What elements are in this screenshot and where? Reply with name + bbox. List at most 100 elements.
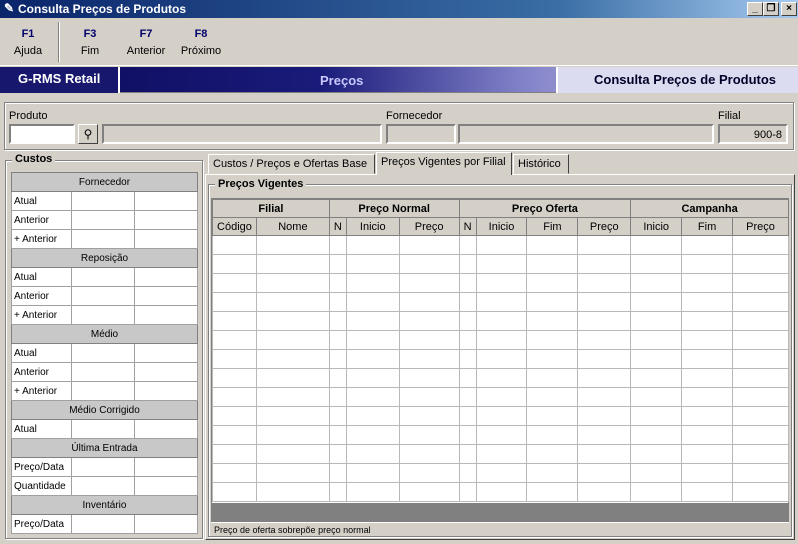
table-cell[interactable] <box>345 425 400 445</box>
tab-historico[interactable]: Histórico <box>513 154 569 174</box>
table-cell[interactable] <box>526 482 579 502</box>
table-row[interactable] <box>212 463 789 483</box>
table-cell[interactable] <box>681 406 734 426</box>
table-cell[interactable] <box>577 349 632 369</box>
table-cell[interactable] <box>475 406 528 426</box>
table-cell[interactable] <box>681 444 734 464</box>
table-cell[interactable] <box>681 463 734 483</box>
table-cell[interactable] <box>212 330 257 350</box>
table-cell[interactable] <box>475 349 528 369</box>
table-cell[interactable] <box>212 463 257 483</box>
table-cell[interactable] <box>630 425 683 445</box>
table-row[interactable] <box>212 273 789 293</box>
table-cell[interactable] <box>212 273 257 293</box>
f3-end-button[interactable]: F3 Fim <box>68 28 112 57</box>
table-cell[interactable] <box>345 368 400 388</box>
table-cell[interactable] <box>328 254 347 274</box>
table-cell[interactable] <box>732 425 789 445</box>
table-cell[interactable] <box>681 330 734 350</box>
column-header[interactable]: Nome <box>255 217 330 236</box>
table-cell[interactable] <box>398 292 460 312</box>
table-cell[interactable] <box>328 463 347 483</box>
table-cell[interactable] <box>345 254 400 274</box>
table-cell[interactable] <box>526 349 579 369</box>
table-cell[interactable] <box>526 311 579 331</box>
table-cell[interactable] <box>255 444 330 464</box>
table-cell[interactable] <box>732 292 789 312</box>
table-cell[interactable] <box>328 368 347 388</box>
table-cell[interactable] <box>328 273 347 293</box>
table-cell[interactable] <box>458 235 477 255</box>
table-cell[interactable] <box>577 330 632 350</box>
table-cell[interactable] <box>345 292 400 312</box>
table-row[interactable] <box>212 406 789 426</box>
table-row[interactable] <box>212 292 789 312</box>
table-cell[interactable] <box>328 444 347 464</box>
column-header[interactable]: Preço <box>398 217 460 236</box>
table-cell[interactable] <box>255 349 330 369</box>
close-button[interactable]: × <box>781 2 797 16</box>
table-cell[interactable] <box>328 482 347 502</box>
table-cell[interactable] <box>475 330 528 350</box>
table-cell[interactable] <box>345 273 400 293</box>
table-cell[interactable] <box>577 292 632 312</box>
f8-next-button[interactable]: F8 Próximo <box>179 28 223 57</box>
table-cell[interactable] <box>398 482 460 502</box>
column-header[interactable]: Preço <box>577 217 632 236</box>
table-cell[interactable] <box>255 406 330 426</box>
table-cell[interactable] <box>458 482 477 502</box>
table-cell[interactable] <box>475 482 528 502</box>
table-cell[interactable] <box>577 311 632 331</box>
table-cell[interactable] <box>475 311 528 331</box>
table-cell[interactable] <box>255 368 330 388</box>
table-cell[interactable] <box>398 254 460 274</box>
table-cell[interactable] <box>526 330 579 350</box>
column-header[interactable]: Fim <box>681 217 734 236</box>
table-cell[interactable] <box>732 368 789 388</box>
table-cell[interactable] <box>577 444 632 464</box>
table-cell[interactable] <box>732 311 789 331</box>
table-cell[interactable] <box>398 406 460 426</box>
table-row[interactable] <box>212 482 789 502</box>
table-cell[interactable] <box>526 444 579 464</box>
tab-custos-precos-ofertas[interactable]: Custos / Preços e Ofertas Base <box>208 154 375 174</box>
table-cell[interactable] <box>328 292 347 312</box>
table-cell[interactable] <box>577 425 632 445</box>
table-cell[interactable] <box>577 368 632 388</box>
table-cell[interactable] <box>630 387 683 407</box>
precos-grid[interactable]: Filial Preço Normal Preço Oferta Campanh… <box>211 198 789 522</box>
table-cell[interactable] <box>526 425 579 445</box>
table-cell[interactable] <box>328 330 347 350</box>
table-cell[interactable] <box>255 425 330 445</box>
table-cell[interactable] <box>212 349 257 369</box>
table-cell[interactable] <box>458 292 477 312</box>
table-cell[interactable] <box>328 406 347 426</box>
f7-previous-button[interactable]: F7 Anterior <box>124 28 168 57</box>
table-cell[interactable] <box>255 463 330 483</box>
table-cell[interactable] <box>398 330 460 350</box>
table-cell[interactable] <box>458 425 477 445</box>
table-cell[interactable] <box>345 235 400 255</box>
table-cell[interactable] <box>732 463 789 483</box>
table-cell[interactable] <box>577 406 632 426</box>
table-cell[interactable] <box>475 463 528 483</box>
table-cell[interactable] <box>328 311 347 331</box>
table-row[interactable] <box>212 235 789 255</box>
table-cell[interactable] <box>398 311 460 331</box>
table-cell[interactable] <box>328 349 347 369</box>
column-header[interactable]: Inicio <box>630 217 683 236</box>
table-cell[interactable] <box>681 254 734 274</box>
table-cell[interactable] <box>630 254 683 274</box>
column-header[interactable]: N <box>458 217 477 236</box>
table-cell[interactable] <box>345 349 400 369</box>
table-cell[interactable] <box>255 311 330 331</box>
table-cell[interactable] <box>630 273 683 293</box>
table-cell[interactable] <box>681 349 734 369</box>
table-cell[interactable] <box>630 463 683 483</box>
table-cell[interactable] <box>681 273 734 293</box>
table-cell[interactable] <box>732 387 789 407</box>
table-cell[interactable] <box>577 387 632 407</box>
table-row[interactable] <box>212 425 789 445</box>
table-cell[interactable] <box>475 425 528 445</box>
table-cell[interactable] <box>458 349 477 369</box>
